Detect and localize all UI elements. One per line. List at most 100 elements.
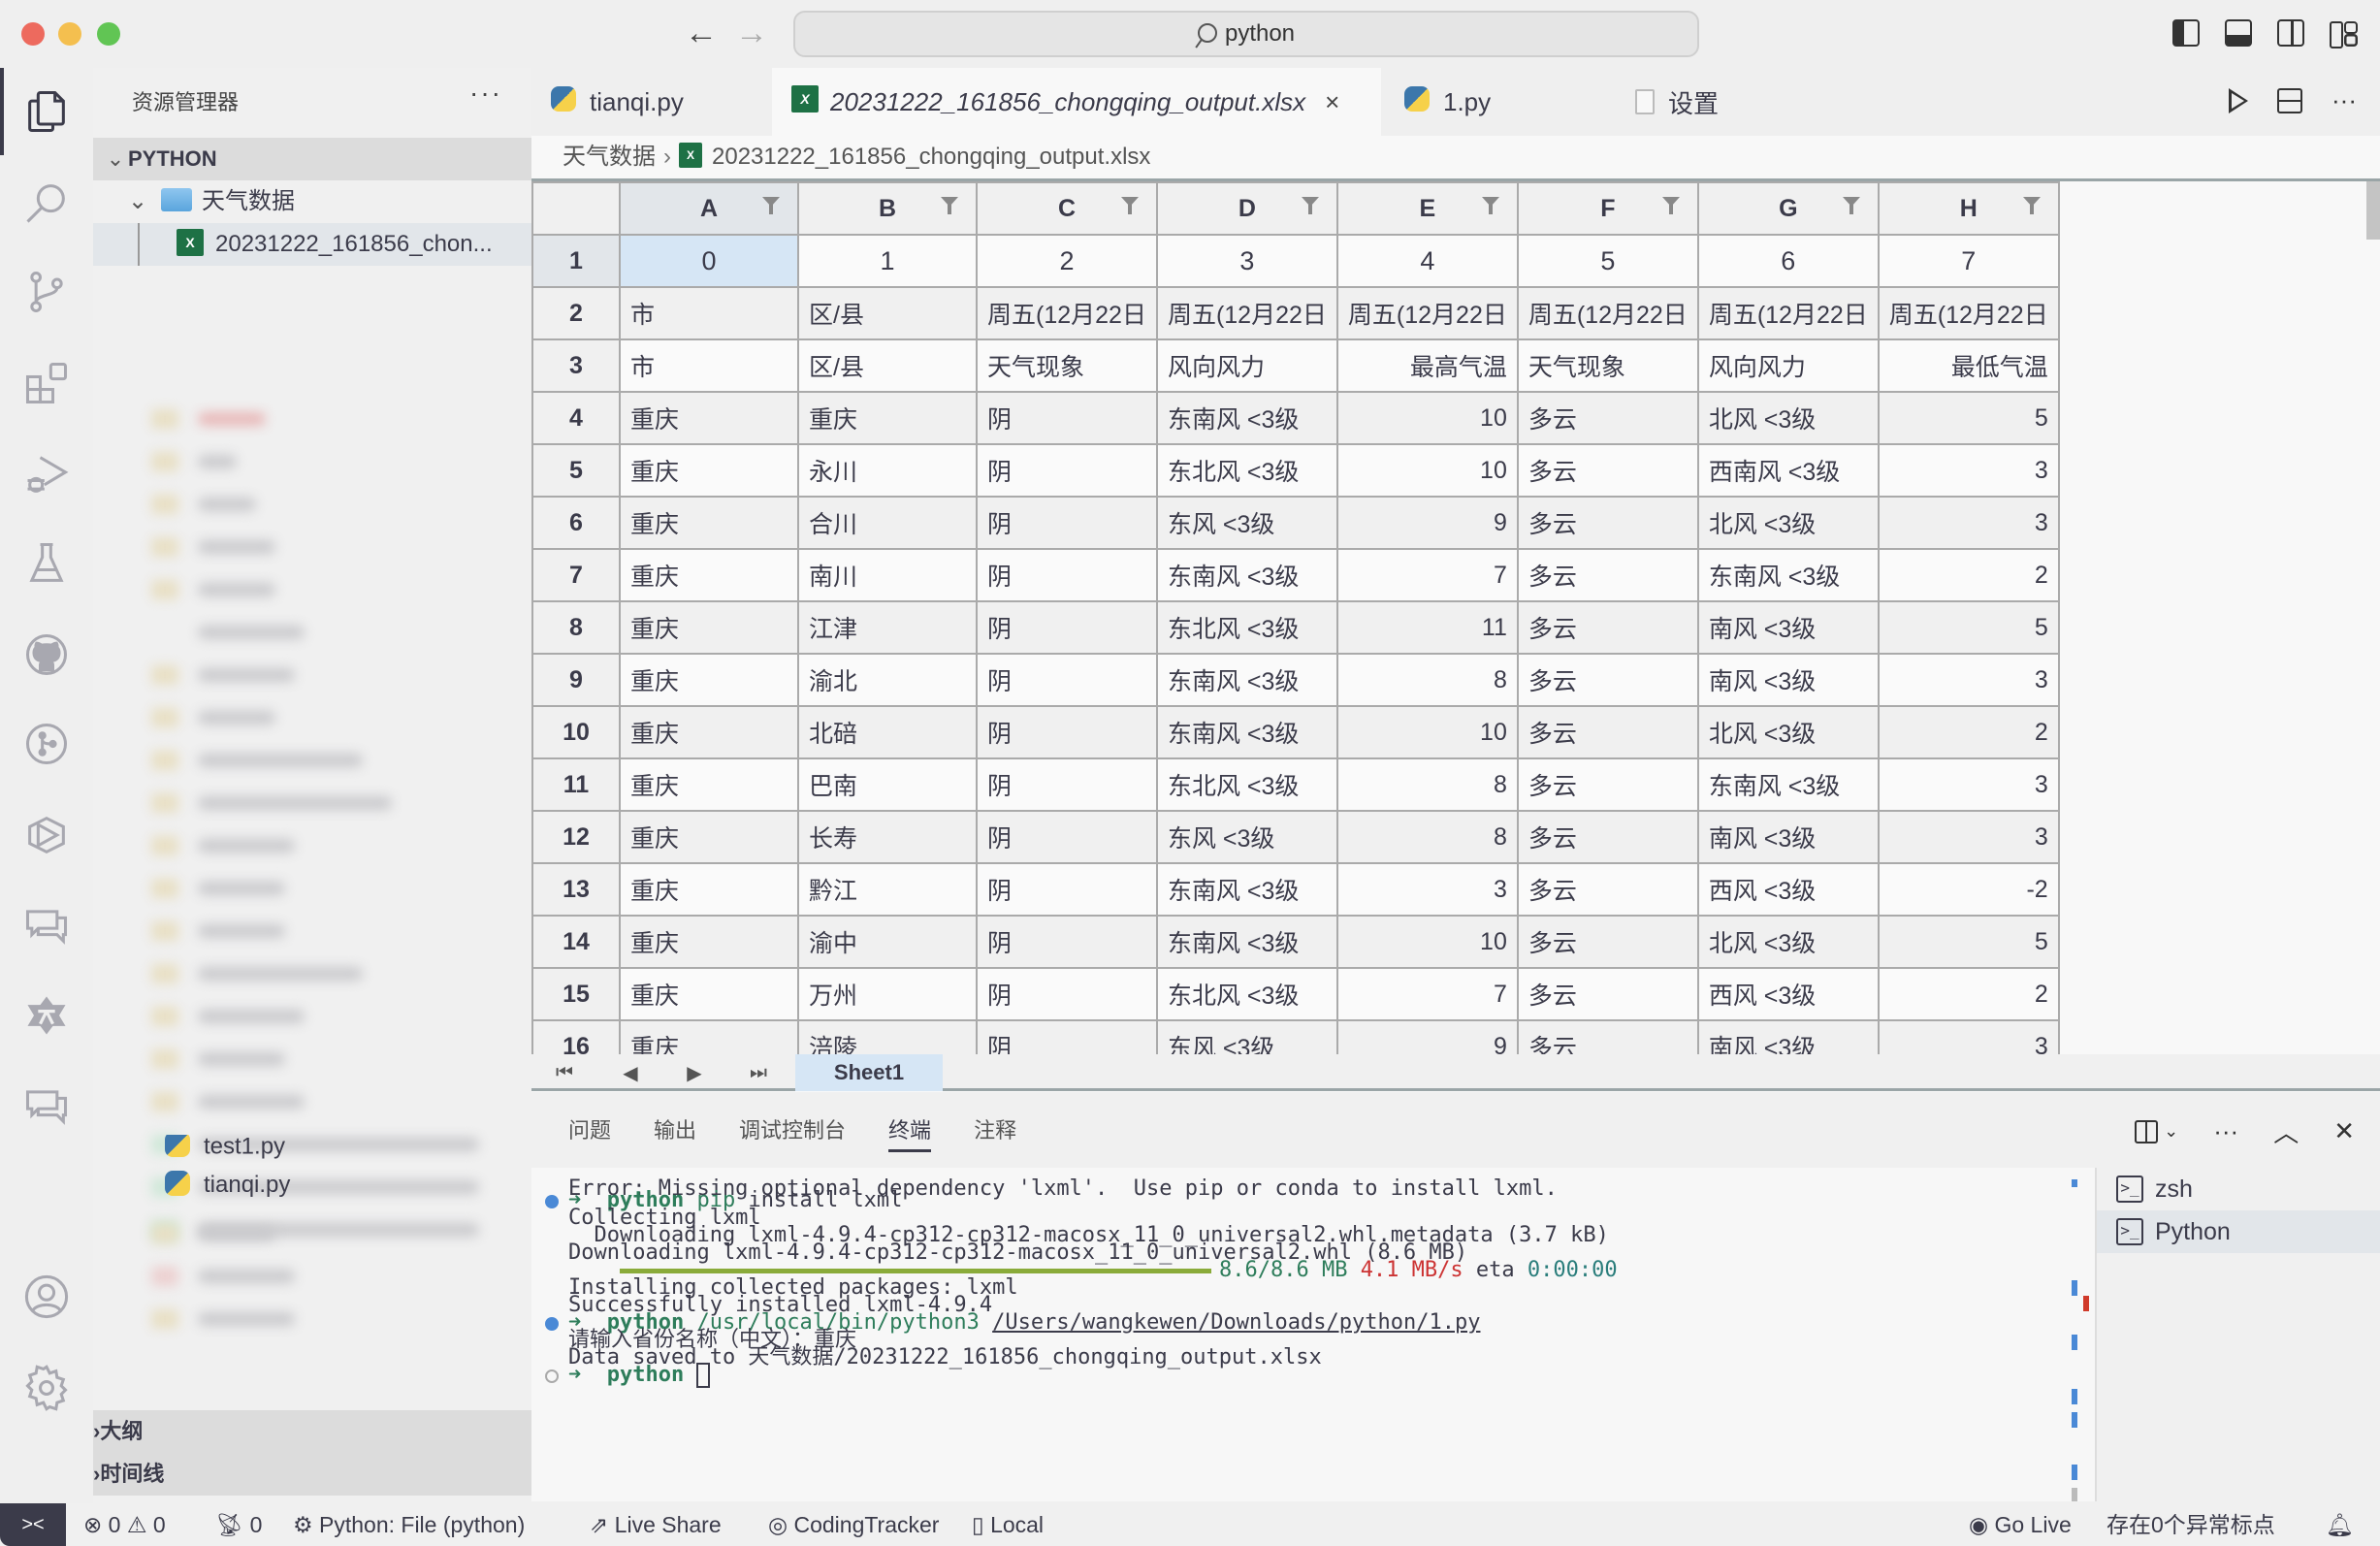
table-cell[interactable]: 阴 [976, 548, 1158, 602]
table-cell[interactable]: 多云 [1516, 391, 1699, 445]
tab-debug-console[interactable]: 调试控制台 [739, 1092, 846, 1170]
table-cell[interactable]: 多云 [1516, 967, 1699, 1021]
chat-icon[interactable] [0, 1073, 93, 1141]
folder-item[interactable]: ⌄ 天气数据 [93, 180, 531, 223]
toggle-primary-sidebar-icon[interactable] [2172, 19, 2200, 47]
table-cell[interactable]: 北风 <3级 [1696, 705, 1880, 759]
table-cell[interactable]: 7 [1335, 967, 1519, 1021]
table-cell[interactable]: 东北风 <3级 [1155, 600, 1338, 655]
table-cell[interactable]: 3 [1877, 443, 2060, 498]
table-cell[interactable]: 2 [976, 234, 1158, 288]
command-decoration-icon[interactable] [545, 1317, 559, 1331]
table-cell[interactable]: 重庆 [797, 391, 978, 445]
close-icon[interactable]: × [1325, 87, 1339, 117]
run-icon[interactable] [2229, 87, 2249, 113]
tab-1-py[interactable]: 1.py [1385, 68, 1618, 136]
row-header[interactable]: 9 [531, 653, 621, 707]
filter-icon[interactable] [762, 197, 780, 214]
filter-icon[interactable] [1842, 197, 1860, 214]
table-cell[interactable]: 重庆 [619, 810, 799, 864]
filter-icon[interactable] [1481, 197, 1499, 214]
filter-icon[interactable] [1120, 197, 1139, 214]
table-cell[interactable]: 渝北 [797, 653, 978, 707]
tab-comments[interactable]: 注释 [974, 1092, 1016, 1170]
more-actions-icon[interactable]: ··· [2213, 1116, 2238, 1146]
table-cell[interactable]: 5 [1877, 915, 2060, 969]
table-cell[interactable]: 4 [1335, 234, 1519, 288]
ports-status[interactable]: 📡︎ 0 [215, 1503, 262, 1546]
table-cell[interactable]: 3 [1877, 810, 2060, 864]
comments-icon[interactable] [0, 892, 93, 960]
github-icon[interactable] [0, 621, 93, 689]
git-graph-icon[interactable] [0, 710, 93, 778]
table-cell[interactable]: 10 [1335, 391, 1519, 445]
table-cell[interactable]: 9 [1335, 496, 1519, 550]
row-header[interactable]: 7 [531, 548, 621, 602]
table-cell[interactable]: 重庆 [619, 862, 799, 917]
table-cell[interactable]: 东南风 <3级 [1155, 391, 1338, 445]
table-cell[interactable]: 东南风 <3级 [1155, 653, 1338, 707]
search-icon[interactable] [0, 169, 93, 237]
command-decoration-icon[interactable] [545, 1195, 559, 1208]
table-cell[interactable]: 3 [1877, 496, 2060, 550]
settings-gear-icon[interactable] [0, 1354, 93, 1422]
row-header[interactable]: 3 [531, 338, 621, 393]
table-cell[interactable]: 阴 [976, 496, 1158, 550]
table-cell[interactable]: 北碚 [797, 705, 978, 759]
row-header[interactable]: 5 [531, 443, 621, 498]
table-cell[interactable]: 东南风 <3级 [1155, 862, 1338, 917]
table-cell[interactable]: 10 [1335, 705, 1519, 759]
go-live-status[interactable]: ◉ Go Live [1969, 1503, 2072, 1546]
table-cell[interactable]: 南风 <3级 [1696, 653, 1880, 707]
arrow-left-icon[interactable]: ← [685, 14, 718, 52]
row-header[interactable]: 13 [531, 862, 621, 917]
table-cell[interactable]: 黔江 [797, 862, 978, 917]
table-cell[interactable]: 5 [1877, 600, 2060, 655]
toggle-secondary-sidebar-icon[interactable] [2277, 19, 2304, 47]
table-cell[interactable]: 重庆 [619, 548, 799, 602]
table-cell[interactable]: 多云 [1516, 600, 1699, 655]
remote-explorer-icon[interactable] [0, 801, 93, 869]
table-cell[interactable]: -2 [1877, 862, 2060, 917]
table-cell[interactable]: 重庆 [619, 600, 799, 655]
column-header[interactable]: G [1696, 181, 1880, 236]
terminal-item-python[interactable]: >_ Python [2097, 1210, 2380, 1253]
table-cell[interactable]: 周五(12月22日 [976, 286, 1158, 340]
table-cell[interactable]: 最低气温 [1877, 338, 2060, 393]
split-editor-icon[interactable] [2277, 87, 2303, 113]
table-cell[interactable]: 东南风 <3级 [1155, 548, 1338, 602]
row-header[interactable]: 1 [531, 234, 621, 288]
table-cell[interactable]: 重庆 [619, 705, 799, 759]
split-terminal-button[interactable]: ⌄ [2135, 1119, 2178, 1143]
maximize-panel-icon[interactable]: ︿ [2273, 1113, 2299, 1149]
row-header[interactable]: 8 [531, 600, 621, 655]
breadcrumb-file[interactable]: 20231222_161856_chongqing_output.xlsx [712, 144, 1150, 170]
table-cell[interactable]: 阴 [976, 810, 1158, 864]
table-cell[interactable]: 7 [1335, 548, 1519, 602]
table-cell[interactable]: 合川 [797, 496, 978, 550]
table-cell[interactable]: 多云 [1516, 443, 1699, 498]
breadcrumb-folder[interactable]: 天气数据 [563, 144, 656, 170]
tab-terminal[interactable]: 终端 [888, 1092, 932, 1170]
terminal-item-zsh[interactable]: >_ zsh [2097, 1168, 2380, 1210]
table-cell[interactable]: 东北风 <3级 [1155, 443, 1338, 498]
table-cell[interactable]: 东北风 <3级 [1155, 757, 1338, 812]
run-debug-icon[interactable] [0, 440, 93, 508]
row-header[interactable]: 2 [531, 286, 621, 340]
table-cell[interactable]: 南风 <3级 [1696, 600, 1880, 655]
maximize-window-button[interactable] [97, 22, 120, 46]
tab-settings[interactable]: 设置 [1616, 68, 1810, 136]
table-cell[interactable]: 阴 [976, 705, 1158, 759]
table-cell[interactable]: 东南风 <3级 [1696, 757, 1880, 812]
table-cell[interactable]: 重庆 [619, 915, 799, 969]
file-item[interactable]: tianqi.py [93, 1164, 531, 1207]
table-cell[interactable]: 南川 [797, 548, 978, 602]
table-cell[interactable]: 阴 [976, 757, 1158, 812]
table-cell[interactable]: 阴 [976, 967, 1158, 1021]
table-cell[interactable]: 7 [1877, 234, 2060, 288]
row-header[interactable]: 11 [531, 757, 621, 812]
table-cell[interactable]: 11 [1335, 600, 1519, 655]
table-cell[interactable]: 北风 <3级 [1696, 915, 1880, 969]
table-cell[interactable]: 多云 [1516, 548, 1699, 602]
command-decoration-icon[interactable] [545, 1369, 559, 1383]
